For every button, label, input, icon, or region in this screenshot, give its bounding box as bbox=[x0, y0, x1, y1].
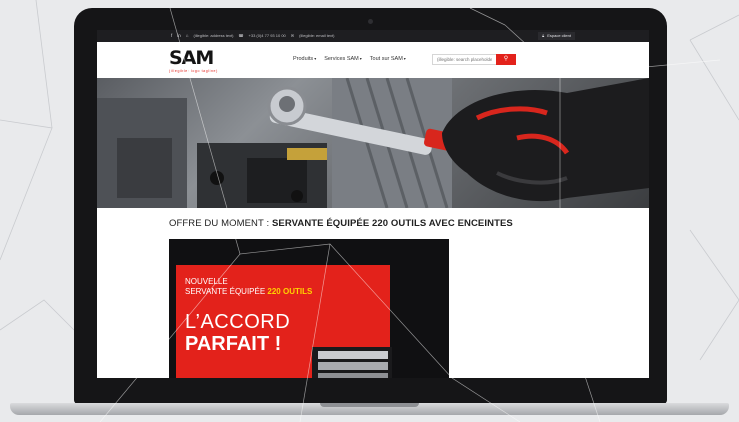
nav-item-tout-sur-sam[interactable]: Tout sur SAM▾ bbox=[370, 56, 406, 62]
logo-wordmark: SAM bbox=[169, 47, 214, 69]
search-icon: ⚲ bbox=[503, 56, 509, 62]
site-header: SAM (illegible: logo tagline) Produits▾ … bbox=[97, 42, 649, 79]
chevron-down-icon: ▾ bbox=[359, 56, 362, 61]
hero-image bbox=[97, 78, 649, 208]
laptop-base bbox=[10, 403, 729, 415]
promo-banner[interactable]: NOUVELLE SERVANTE ÉQUIPÉE 220 OUTILS L’A… bbox=[169, 239, 449, 378]
chevron-down-icon: ▾ bbox=[403, 56, 406, 61]
offer-product: SERVANTE ÉQUIPÉE 220 OUTILS AVEC ENCEINT… bbox=[271, 218, 513, 229]
screen: f in ⌂ (illegible: address text) ☎ +33 (… bbox=[97, 30, 649, 378]
nav-item-label: Services SAM bbox=[324, 56, 359, 62]
tool-cart-image bbox=[312, 347, 392, 378]
nav-item-label: Produits bbox=[293, 56, 314, 62]
nav-item-services[interactable]: Services SAM▾ bbox=[324, 56, 362, 62]
promo-line-new: NOUVELLE bbox=[185, 277, 228, 286]
search-button[interactable]: ⚲ bbox=[496, 54, 516, 65]
promo-headline-1: L’ACCORD bbox=[185, 311, 291, 333]
promo-red-panel: NOUVELLE SERVANTE ÉQUIPÉE 220 OUTILS L’A… bbox=[176, 265, 392, 378]
nav-item-label: Tout sur SAM bbox=[369, 56, 403, 62]
top-bar: f in ⌂ (illegible: address text) ☎ +33 (… bbox=[97, 30, 649, 42]
facebook-icon[interactable]: f bbox=[171, 30, 172, 42]
client-area-label: Espace client bbox=[547, 33, 571, 38]
email-text[interactable]: (illegible: email text) bbox=[299, 30, 334, 42]
offer-prefix: OFFRE DU MOMENT : bbox=[169, 218, 272, 229]
search-input[interactable] bbox=[432, 54, 496, 65]
top-bar-info: f in ⌂ (illegible: address text) ☎ +33 (… bbox=[171, 30, 335, 42]
offer-title: OFFRE DU MOMENT : SERVANTE ÉQUIPÉE 220 O… bbox=[169, 218, 513, 229]
promo-product-text: SERVANTE ÉQUIPÉE bbox=[185, 287, 268, 296]
linkedin-icon[interactable]: in bbox=[177, 30, 181, 42]
address-text: (illegible: address text) bbox=[193, 33, 234, 38]
mail-icon: ✉ bbox=[290, 33, 295, 38]
home-icon[interactable]: ⌂ bbox=[186, 30, 189, 42]
phone-icon: ☎ bbox=[238, 33, 244, 38]
sam-logo[interactable]: SAM (illegible: logo tagline) bbox=[169, 47, 218, 74]
logo-tagline: (illegible: logo tagline) bbox=[169, 69, 218, 73]
phone-text[interactable]: +33 (0)4 77 93 10 00 bbox=[249, 30, 286, 42]
promo-product-highlight: 220 OUTILS bbox=[267, 287, 313, 296]
client-area-button[interactable]: 🔒︎ Espace client bbox=[538, 32, 575, 40]
hero-wrench-photo bbox=[97, 78, 649, 208]
promo-headline-2: PARFAIT ! bbox=[185, 333, 282, 355]
nav-item-produits[interactable]: Produits▾ bbox=[293, 56, 316, 62]
lock-icon: 🔒︎ bbox=[542, 33, 545, 38]
main-nav: Produits▾ Services SAM▾ Tout sur SAM▾ bbox=[293, 56, 406, 62]
laptop-notch bbox=[320, 403, 419, 407]
camera bbox=[368, 19, 373, 24]
chevron-down-icon: ▾ bbox=[314, 56, 317, 61]
search-form: ⚲ bbox=[432, 54, 516, 65]
promo-line-product: SERVANTE ÉQUIPÉE 220 OUTILS bbox=[185, 287, 312, 296]
